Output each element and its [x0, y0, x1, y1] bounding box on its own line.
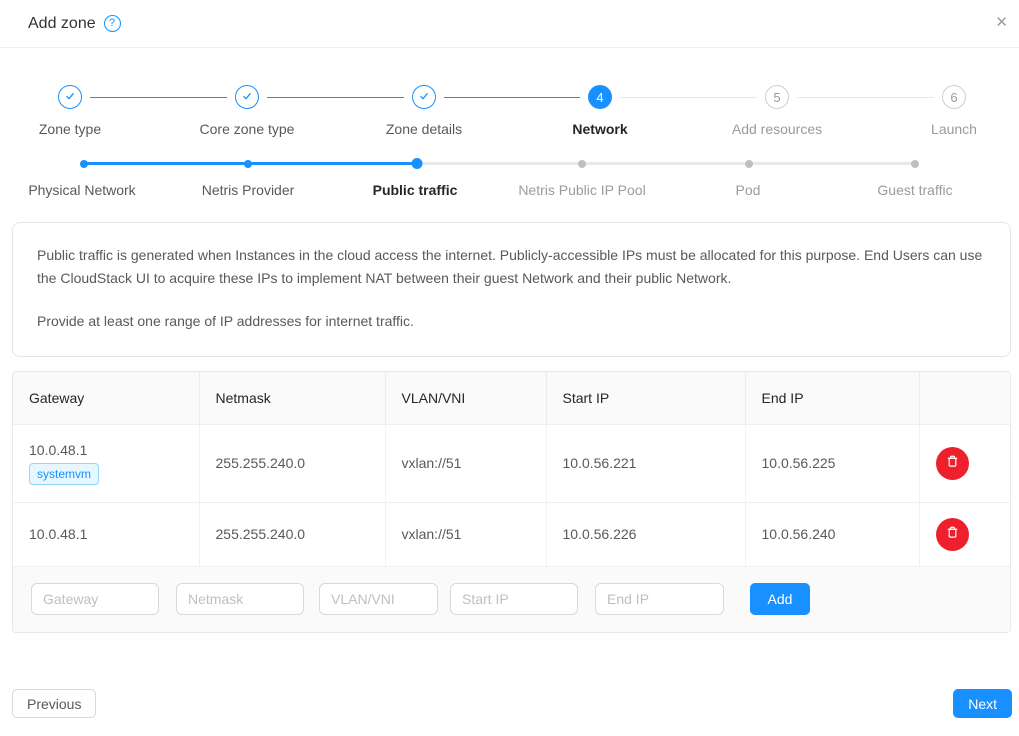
substep-label-guest-traffic: Guest traffic [877, 182, 952, 198]
netmask-input[interactable] [176, 583, 304, 615]
add-range-button[interactable]: Add [750, 583, 810, 615]
step-indicator-zone-type [58, 85, 82, 109]
table-row: 10.0.48.1 255.255.240.0 vxlan://51 10.0.… [13, 502, 1010, 566]
add-range-form: Add [13, 567, 1010, 632]
substep-label-physical-network: Physical Network [28, 182, 135, 198]
column-header-actions [919, 372, 1010, 424]
systemvm-tag: systemvm [29, 463, 99, 485]
cell-netmask: 255.255.240.0 [199, 502, 385, 566]
table-header-row: Gateway Netmask VLAN/VNI Start IP End IP [13, 372, 1010, 424]
check-icon [241, 89, 253, 105]
cell-startip: 10.0.56.226 [546, 502, 745, 566]
dialog-title: Add zone [28, 15, 96, 33]
cell-endip: 10.0.56.225 [745, 424, 919, 502]
substep-connector [582, 162, 749, 165]
dialog-header: Add zone ? [0, 0, 1019, 48]
step-connector [444, 97, 580, 98]
step-indicator-core-zone-type [235, 85, 259, 109]
cell-gateway: 10.0.48.1 systemvm [13, 424, 199, 502]
cell-endip: 10.0.56.240 [745, 502, 919, 566]
step-indicator-network: 4 [588, 85, 612, 109]
substep-dot-physical-network [80, 160, 88, 168]
substep-dot-guest-traffic [911, 160, 919, 168]
help-icon[interactable]: ? [104, 15, 121, 32]
public-traffic-info-box: Public traffic is generated when Instanc… [12, 222, 1011, 357]
substep-label-pod: Pod [736, 182, 761, 198]
ip-range-table: Gateway Netmask VLAN/VNI Start IP End IP… [12, 371, 1011, 633]
gateway-value: 10.0.48.1 [29, 442, 183, 458]
step-label-zone-type: Zone type [39, 121, 101, 137]
cell-vlan: vxlan://51 [385, 424, 546, 502]
step-number: 6 [950, 90, 957, 105]
delete-row-button[interactable] [936, 518, 969, 551]
substep-connector [417, 162, 582, 165]
step-indicator-zone-details [412, 85, 436, 109]
table-row: 10.0.48.1 systemvm 255.255.240.0 vxlan:/… [13, 424, 1010, 502]
trash-icon [945, 525, 960, 543]
check-icon [64, 89, 76, 105]
next-button[interactable]: Next [953, 689, 1012, 718]
step-label-zone-details: Zone details [386, 121, 462, 137]
info-paragraph: Provide at least one range of IP address… [37, 310, 986, 333]
close-icon[interactable]: ✕ [995, 15, 1008, 30]
substep-dot-pod [745, 160, 753, 168]
trash-icon [945, 454, 960, 472]
column-header-endip: End IP [745, 372, 919, 424]
column-header-startip: Start IP [546, 372, 745, 424]
substep-dot-netris-provider [244, 160, 252, 168]
step-label-core-zone-type: Core zone type [200, 121, 295, 137]
cell-actions [919, 502, 1010, 566]
step-number: 5 [773, 90, 780, 105]
step-connector [90, 97, 227, 98]
step-label-add-resources: Add resources [732, 121, 822, 137]
gateway-input[interactable] [31, 583, 159, 615]
previous-button[interactable]: Previous [12, 689, 96, 718]
startip-input[interactable] [450, 583, 578, 615]
check-icon [418, 89, 430, 105]
endip-input[interactable] [595, 583, 724, 615]
column-header-vlan: VLAN/VNI [385, 372, 546, 424]
step-connector [267, 97, 404, 98]
cell-gateway: 10.0.48.1 [13, 502, 199, 566]
step-number: 4 [596, 90, 603, 105]
substep-connector [248, 162, 417, 165]
substep-connector [749, 162, 915, 165]
vlan-input[interactable] [319, 583, 438, 615]
info-paragraph: Public traffic is generated when Instanc… [37, 244, 986, 290]
cell-actions [919, 424, 1010, 502]
cell-startip: 10.0.56.221 [546, 424, 745, 502]
step-indicator-add-resources: 5 [765, 85, 789, 109]
step-connector [797, 97, 934, 98]
delete-row-button[interactable] [936, 447, 969, 480]
step-label-network: Network [572, 121, 627, 137]
cell-netmask: 255.255.240.0 [199, 424, 385, 502]
column-header-gateway: Gateway [13, 372, 199, 424]
cell-vlan: vxlan://51 [385, 502, 546, 566]
step-label-launch: Launch [931, 121, 977, 137]
substep-label-netris-public-ip-pool: Netris Public IP Pool [518, 182, 645, 198]
column-header-netmask: Netmask [199, 372, 385, 424]
substep-dot-netris-public-ip-pool [578, 160, 586, 168]
step-indicator-launch: 6 [942, 85, 966, 109]
substep-label-netris-provider: Netris Provider [202, 182, 295, 198]
substep-connector [84, 162, 248, 165]
substep-label-public-traffic: Public traffic [373, 182, 458, 198]
substep-dot-public-traffic [412, 158, 423, 169]
step-connector [620, 97, 757, 98]
